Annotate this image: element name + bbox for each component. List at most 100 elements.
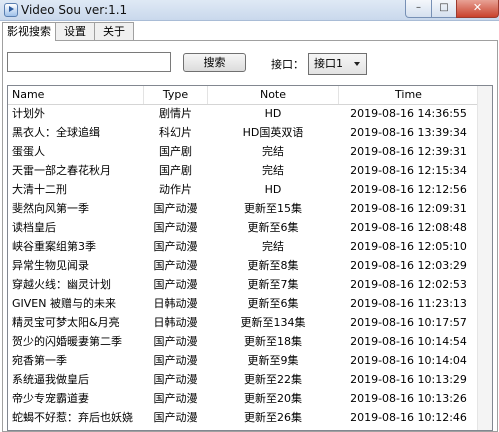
cell-name: 穿越火线：幽灵计划 <box>12 278 111 291</box>
title-bar: Video Sou ver:1.1 – □ ✕ <box>0 0 499 21</box>
table-row[interactable]: 系统逼我做皇后 国产动漫 更新至22集 2019-08-16 10:13:29 <box>8 371 492 389</box>
api-select[interactable]: 接口1 <box>308 53 367 75</box>
cell-note: 更新至18集 <box>244 335 302 348</box>
column-header-time[interactable]: Time <box>339 86 479 104</box>
chevron-down-icon <box>354 62 360 66</box>
cell-time: 2019-08-16 13:39:34 <box>350 126 467 139</box>
cell-type: 国产动漫 <box>153 221 198 234</box>
table-row[interactable]: 斐然向风第一季 国产动漫 更新至15集 2019-08-16 12:09:31 <box>8 200 492 218</box>
cell-type: 国产动漫 <box>153 354 198 367</box>
cell-note: 更新至26集 <box>244 411 302 424</box>
cell-time: 2019-08-16 11:23:13 <box>350 297 467 310</box>
cell-name: 贺少的闪婚暖妻第二季 <box>12 335 122 348</box>
close-button[interactable]: ✕ <box>456 0 499 18</box>
cell-time: 2019-08-16 12:08:48 <box>350 221 467 234</box>
cell-note: 更新至15集 <box>244 202 302 215</box>
table-row[interactable]: 计划外 剧情片 HD 2019-08-16 14:36:55 <box>8 105 492 123</box>
cell-name: 帝少专宠霸道妻 <box>12 392 89 405</box>
table-row[interactable]: 蛇蝎不好惹：弃后也妖娆 国产动漫 更新至26集 2019-08-16 10:12:46 <box>8 409 492 427</box>
results-list[interactable]: Name Type Note Time 计划外 剧情片 HD 2019-08-16 1… <box>7 85 493 431</box>
cell-name: 系统逼我做皇后 <box>12 373 89 386</box>
cell-note: HD <box>264 183 282 196</box>
cell-type: 剧情片 <box>159 107 192 120</box>
table-row[interactable]: 读档皇后 国产动漫 更新至6集 2019-08-16 12:08:48 <box>8 219 492 237</box>
cell-type: 动作片 <box>159 183 192 196</box>
cell-name: 精灵宝可梦太阳&月亮 <box>12 316 120 329</box>
maximize-button[interactable]: □ <box>431 0 457 18</box>
cell-name: 天雷一部之春花秋月 <box>12 164 111 177</box>
search-input[interactable] <box>7 52 171 72</box>
cell-time: 2019-08-16 10:12:46 <box>350 411 467 424</box>
cell-time: 2019-08-16 12:12:56 <box>350 183 467 196</box>
table-row[interactable]: 黑衣人：全球追缉 科幻片 HD国英双语 2019-08-16 13:39:34 <box>8 124 492 142</box>
cell-type: 国产动漫 <box>153 373 198 386</box>
table-row[interactable]: 蛋蛋人 国产剧 完结 2019-08-16 12:39:31 <box>8 143 492 161</box>
cell-time: 2019-08-16 10:14:04 <box>350 354 467 367</box>
table-row[interactable]: 异常生物见闻录 国产动漫 更新至8集 2019-08-16 12:03:29 <box>8 257 492 275</box>
minimize-button[interactable]: – <box>405 0 432 18</box>
table-row[interactable]: 峡谷重案组第3季 国产动漫 完结 2019-08-16 12:05:10 <box>8 238 492 256</box>
cell-note: 完结 <box>262 145 284 158</box>
cell-type: 国产动漫 <box>153 278 198 291</box>
cell-note: 完结 <box>262 240 284 253</box>
cell-note: 更新至7集 <box>247 278 299 291</box>
cell-time: 2019-08-16 10:13:26 <box>350 392 467 405</box>
tab-video-search[interactable]: 影视搜索 <box>2 22 56 41</box>
cell-name: 异常生物见闻录 <box>12 259 89 272</box>
cell-name: 峡谷重案组第3季 <box>12 240 96 253</box>
table-row[interactable]: 精灵宝可梦太阳&月亮 日韩动漫 更新至134集 2019-08-16 10:17:57 <box>8 314 492 332</box>
cell-time: 2019-08-16 14:36:55 <box>350 107 467 120</box>
list-header: Name Type Note Time <box>8 86 492 105</box>
cell-note: 更新至9集 <box>247 354 299 367</box>
cell-time: 2019-08-16 12:09:31 <box>350 202 467 215</box>
table-row[interactable]: 贺少的闪婚暖妻第二季 国产动漫 更新至18集 2019-08-16 10:14:54 <box>8 333 492 351</box>
table-row[interactable]: 大清十二刑 动作片 HD 2019-08-16 12:12:56 <box>8 181 492 199</box>
cell-time: 2019-08-16 12:15:34 <box>350 164 467 177</box>
cell-note: 更新至20集 <box>244 392 302 405</box>
vertical-scrollbar[interactable] <box>477 86 492 430</box>
table-row[interactable]: 穿越火线：幽灵计划 国产动漫 更新至7集 2019-08-16 12:02:53 <box>8 276 492 294</box>
cell-name: 宛香第一季 <box>12 354 67 367</box>
column-header-type[interactable]: Type <box>144 86 208 104</box>
cell-type: 国产动漫 <box>153 240 198 253</box>
cell-time: 2019-08-16 10:17:57 <box>350 316 467 329</box>
api-label: 接口： <box>271 58 304 71</box>
table-row[interactable]: 帝少专宠霸道妻 国产动漫 更新至20集 2019-08-16 10:13:26 <box>8 390 492 408</box>
cell-name: 计划外 <box>12 107 45 120</box>
cell-note: 更新至6集 <box>247 297 299 310</box>
cell-name: 读档皇后 <box>12 221 56 234</box>
search-button[interactable]: 搜索 <box>183 53 246 72</box>
cell-name: 蛇蝎不好惹：弃后也妖娆 <box>12 411 133 424</box>
cell-type: 日韩动漫 <box>153 297 198 310</box>
column-header-name[interactable]: Name <box>8 86 144 104</box>
cell-type: 国产剧 <box>159 145 192 158</box>
tab-about[interactable]: 关于 <box>94 22 134 40</box>
cell-type: 国产动漫 <box>153 411 198 424</box>
cell-type: 科幻片 <box>159 126 192 139</box>
app-icon <box>4 3 18 17</box>
cell-type: 国产动漫 <box>153 259 198 272</box>
table-row[interactable]: 宛香第一季 国产动漫 更新至9集 2019-08-16 10:14:04 <box>8 352 492 370</box>
cell-time: 2019-08-16 12:02:53 <box>350 278 467 291</box>
cell-name: 黑衣人：全球追缉 <box>12 126 100 139</box>
column-header-note[interactable]: Note <box>208 86 339 104</box>
tab-settings[interactable]: 设置 <box>55 22 95 40</box>
window-title: Video Sou ver:1.1 <box>21 3 128 17</box>
search-panel: 搜索 接口： 接口1 Name Type Note Time 计划外 剧情片 HD 2… <box>2 40 498 432</box>
cell-type: 日韩动漫 <box>153 316 198 329</box>
cell-type: 国产动漫 <box>153 202 198 215</box>
cell-type: 国产动漫 <box>153 335 198 348</box>
cell-time: 2019-08-16 12:39:31 <box>350 145 467 158</box>
cell-time: 2019-08-16 12:03:29 <box>350 259 467 272</box>
cell-note: HD国英双语 <box>242 126 304 139</box>
cell-note: 更新至6集 <box>247 221 299 234</box>
cell-note: 更新至8集 <box>247 259 299 272</box>
table-row[interactable]: GIVEN 被赠与的未来 日韩动漫 更新至6集 2019-08-16 11:23:13 <box>8 295 492 313</box>
cell-time: 2019-08-16 10:14:54 <box>350 335 467 348</box>
cell-note: HD <box>264 107 282 120</box>
cell-type: 国产剧 <box>159 164 192 177</box>
cell-name: GIVEN 被赠与的未来 <box>12 297 116 310</box>
cell-note: 更新至22集 <box>244 373 302 386</box>
table-row[interactable]: 天雷一部之春花秋月 国产剧 完结 2019-08-16 12:15:34 <box>8 162 492 180</box>
cell-name: 蛋蛋人 <box>12 145 45 158</box>
